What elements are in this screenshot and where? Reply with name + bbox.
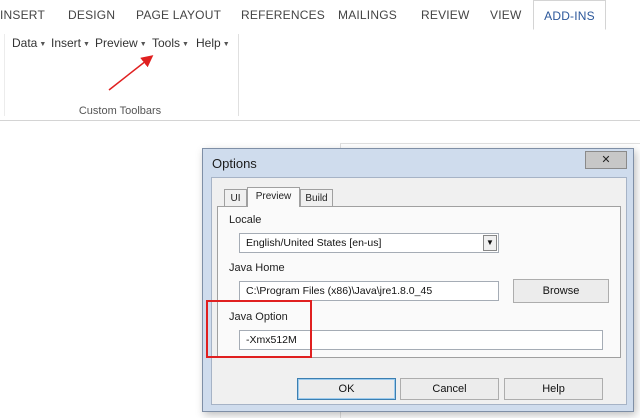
locale-select[interactable]: English/United States [en-us] ▼	[239, 233, 499, 253]
chevron-down-icon[interactable]: ▼	[483, 235, 497, 251]
close-icon: ✕	[601, 154, 611, 166]
help-button[interactable]: Help	[504, 378, 603, 400]
dialog-content: UI Preview Build Locale English/United S…	[211, 177, 627, 405]
java-home-label: Java Home	[229, 262, 285, 274]
locale-value: English/United States [en-us]	[246, 237, 382, 249]
locale-label: Locale	[229, 214, 262, 226]
ok-button[interactable]: OK	[297, 378, 396, 400]
tab-preview[interactable]: Preview	[247, 187, 300, 207]
cancel-button[interactable]: Cancel	[400, 378, 499, 400]
red-highlight-annotation	[206, 300, 312, 358]
dialog-title: Options	[212, 156, 257, 171]
tab-build[interactable]: Build	[300, 189, 333, 207]
tab-ui[interactable]: UI	[224, 189, 247, 207]
java-home-input[interactable]: C:\Program Files (x86)\Java\jre1.8.0_45	[239, 281, 499, 301]
options-dialog: Options ✕ UI Preview Build Locale Englis…	[202, 148, 634, 412]
close-button[interactable]: ✕	[585, 151, 627, 169]
browse-button[interactable]: Browse	[513, 279, 609, 303]
